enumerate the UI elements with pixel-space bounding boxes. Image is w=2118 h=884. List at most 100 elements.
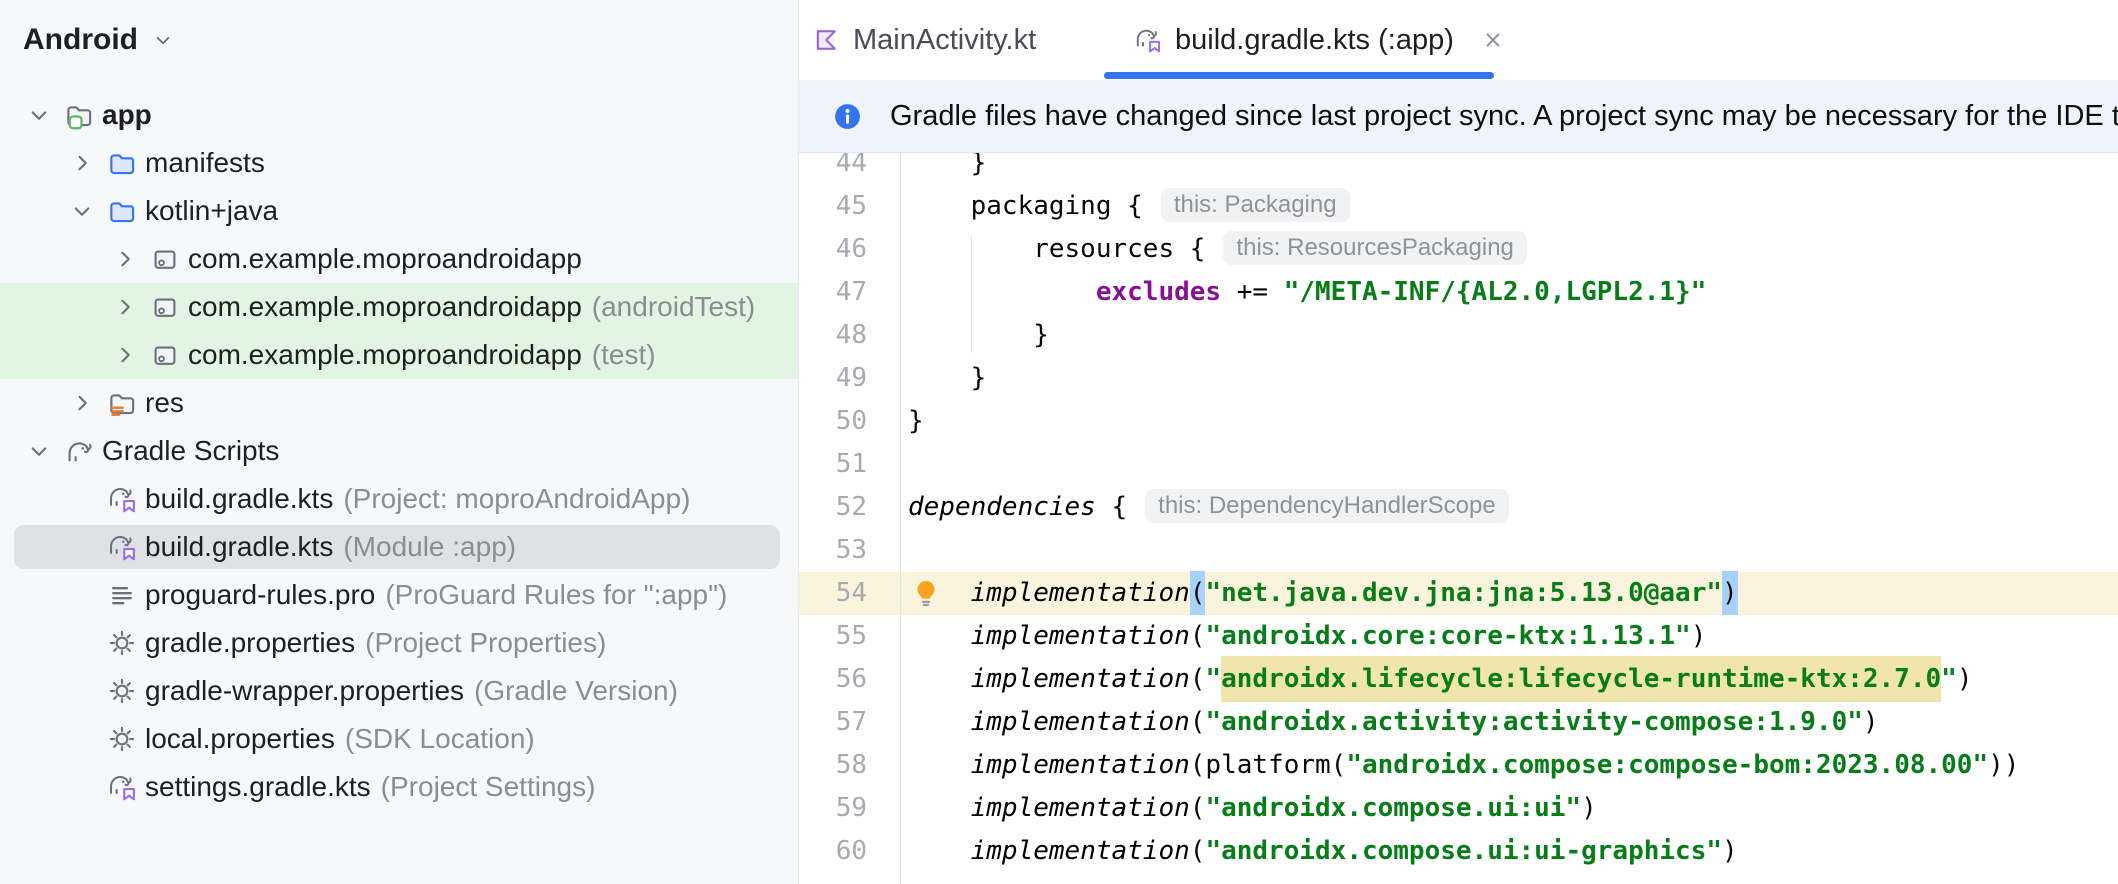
sidebar-item-gradle-wrapper-properties[interactable]: gradle-wrapper.properties (Gradle Version… bbox=[0, 667, 798, 715]
chevron-right-icon[interactable] bbox=[110, 244, 140, 274]
package-icon bbox=[150, 340, 180, 370]
line-number[interactable]: 56 bbox=[799, 658, 867, 701]
code-token: ( bbox=[1189, 707, 1206, 737]
line-number[interactable]: 54 bbox=[799, 572, 867, 615]
code-token: "androidx.activity:activity-compose:1.9.… bbox=[1205, 707, 1863, 737]
tree-item-secondary-label: (Project: moproAndroidApp) bbox=[343, 483, 691, 514]
code-line-51[interactable]: 51 bbox=[799, 443, 2118, 486]
code-line-60[interactable]: 60 implementation("androidx.compose.ui:u… bbox=[799, 830, 2118, 873]
tree-item-secondary-label: (Gradle Version) bbox=[474, 675, 678, 706]
tree-item-secondary-label: (androidTest) bbox=[591, 291, 756, 322]
code-line-59[interactable]: 59 implementation("androidx.compose.ui:u… bbox=[799, 787, 2118, 830]
project-tool-window: Android app manifests kotlin+java com.examp… bbox=[0, 0, 799, 884]
tree-item-label: kotlin+java bbox=[145, 195, 279, 226]
chevron-down-icon[interactable] bbox=[24, 100, 54, 130]
code-token: implementation bbox=[970, 793, 1190, 823]
line-number[interactable]: 49 bbox=[799, 357, 867, 400]
code-text: implementation("androidx.compose.ui:ui-g… bbox=[908, 830, 2118, 873]
line-number[interactable]: 45 bbox=[799, 185, 867, 228]
code-token: ( bbox=[1189, 836, 1206, 866]
sidebar-item-settings-gradle-kts[interactable]: settings.gradle.kts (Project Settings) bbox=[0, 763, 798, 811]
line-number[interactable]: 46 bbox=[799, 228, 867, 271]
sidebar-item-res[interactable]: res bbox=[0, 379, 798, 427]
sidebar-item-com-example-moproandroidapp[interactable]: com.example.moproandroidapp (test) bbox=[0, 331, 798, 379]
code-line-46[interactable]: 46 resources {this: ResourcesPackaging bbox=[799, 228, 2118, 271]
line-number[interactable]: 48 bbox=[799, 314, 867, 357]
code-line-45[interactable]: 45 packaging {this: Packaging bbox=[799, 185, 2118, 228]
chevron-right-icon[interactable] bbox=[110, 292, 140, 322]
line-number[interactable]: 60 bbox=[799, 830, 867, 873]
close-icon[interactable] bbox=[1481, 28, 1505, 52]
sidebar-item-proguard-rules-pro[interactable]: proguard-rules.pro (ProGuard Rules for ":… bbox=[0, 571, 798, 619]
code-token: "androidx.compose.ui:ui-graphics" bbox=[1205, 836, 1722, 866]
line-number[interactable]: 59 bbox=[799, 787, 867, 830]
code-token: implementation bbox=[970, 836, 1190, 866]
sidebar-item-gradle-properties[interactable]: gradle.properties (Project Properties) bbox=[0, 619, 798, 667]
code-token: " bbox=[1205, 664, 1222, 694]
code-text: } bbox=[908, 357, 2118, 400]
module-folder-icon bbox=[64, 100, 94, 130]
chevron-down-icon[interactable] bbox=[24, 436, 54, 466]
sidebar-item-gradle-scripts[interactable]: Gradle Scripts bbox=[0, 427, 798, 475]
sidebar-item-kotlin-java[interactable]: kotlin+java bbox=[0, 187, 798, 235]
code-line-58[interactable]: 58 implementation(platform("androidx.com… bbox=[799, 744, 2118, 787]
gear-icon bbox=[107, 724, 137, 754]
code-text: implementation("androidx.activity:activi… bbox=[908, 701, 2118, 744]
sidebar-item-com-example-moproandroidapp[interactable]: com.example.moproandroidapp (androidTest) bbox=[0, 283, 798, 331]
code-text: implementation("androidx.compose.ui:ui") bbox=[908, 787, 2118, 830]
sidebar-item-com-example-moproandroidapp[interactable]: com.example.moproandroidapp bbox=[0, 235, 798, 283]
line-number[interactable]: 55 bbox=[799, 615, 867, 658]
tree-item-secondary-label: (ProGuard Rules for ":app") bbox=[385, 579, 728, 610]
sidebar-item-build-gradle-kts[interactable]: build.gradle.kts (Module :app) bbox=[0, 523, 798, 571]
line-number[interactable]: 52 bbox=[799, 486, 867, 529]
code-line-47[interactable]: 47 excludes += "/META-INF/{AL2.0,LGPL2.1… bbox=[799, 271, 2118, 314]
chevron-down-icon[interactable] bbox=[67, 196, 97, 226]
code-token: } bbox=[908, 320, 1049, 350]
line-number[interactable]: 47 bbox=[799, 271, 867, 314]
code-token: resources { bbox=[908, 234, 1206, 264]
tab-mainactivity-kt[interactable]: MainActivity.kt bbox=[812, 0, 1036, 80]
line-number[interactable]: 53 bbox=[799, 529, 867, 572]
chevron-right-icon[interactable] bbox=[67, 388, 97, 418]
code-line-53[interactable]: 53 bbox=[799, 529, 2118, 572]
code-line-49[interactable]: 49 } bbox=[799, 357, 2118, 400]
chevron-right-icon[interactable] bbox=[67, 148, 97, 178]
code-text: } bbox=[908, 314, 2118, 357]
chevron-down-icon bbox=[150, 27, 176, 53]
project-view-selector[interactable]: Android bbox=[23, 20, 176, 60]
tree-item-label: proguard-rules.pro (ProGuard Rules for ":… bbox=[145, 579, 728, 610]
code-line-55[interactable]: 55 implementation("androidx.core:core-kt… bbox=[799, 615, 2118, 658]
line-number[interactable]: 50 bbox=[799, 400, 867, 443]
code-line-54[interactable]: 54 implementation("net.java.dev.jna:jna:… bbox=[799, 571, 2118, 615]
code-text: implementation(platform("androidx.compos… bbox=[908, 744, 2118, 787]
code-line-57[interactable]: 57 implementation("androidx.activity:act… bbox=[799, 701, 2118, 744]
gradle-sync-notification-banner: Gradle files have changed since last pro… bbox=[799, 80, 2118, 153]
code-line-52[interactable]: 52 dependencies {this: DependencyHandlerS… bbox=[799, 486, 2118, 529]
code-token: implementation bbox=[970, 621, 1190, 651]
editor-area: 44 } 45 packaging {this: Packaging 46 reso… bbox=[799, 0, 2118, 884]
line-number[interactable]: 57 bbox=[799, 701, 867, 744]
line-number[interactable]: 58 bbox=[799, 744, 867, 787]
line-number[interactable]: 51 bbox=[799, 443, 867, 486]
sidebar-item-local-properties[interactable]: local.properties (SDK Location) bbox=[0, 715, 798, 763]
gradle-kts-icon bbox=[107, 484, 137, 514]
sidebar-item-app[interactable]: app bbox=[0, 91, 798, 139]
chevron-right-icon[interactable] bbox=[110, 340, 140, 370]
sidebar-item-manifests[interactable]: manifests bbox=[0, 139, 798, 187]
tab-label: MainActivity.kt bbox=[853, 23, 1037, 56]
tree-item-secondary-label: (Module :app) bbox=[343, 531, 517, 562]
code-line-50[interactable]: 50} bbox=[799, 400, 2118, 443]
sidebar-item-build-gradle-kts[interactable]: build.gradle.kts (Project: moproAndroidAp… bbox=[0, 475, 798, 523]
code-token: implementation bbox=[970, 750, 1190, 780]
code-line-48[interactable]: 48 } bbox=[799, 314, 2118, 357]
code-token: } bbox=[908, 406, 924, 436]
code-token: ) bbox=[1722, 836, 1738, 866]
tab-build-gradle-kts-app[interactable]: build.gradle.kts (:app) bbox=[1134, 0, 1505, 80]
tree-item-label: manifests bbox=[145, 147, 265, 178]
code-line-56[interactable]: 56 implementation("androidx.lifecycle:li… bbox=[799, 656, 2118, 702]
